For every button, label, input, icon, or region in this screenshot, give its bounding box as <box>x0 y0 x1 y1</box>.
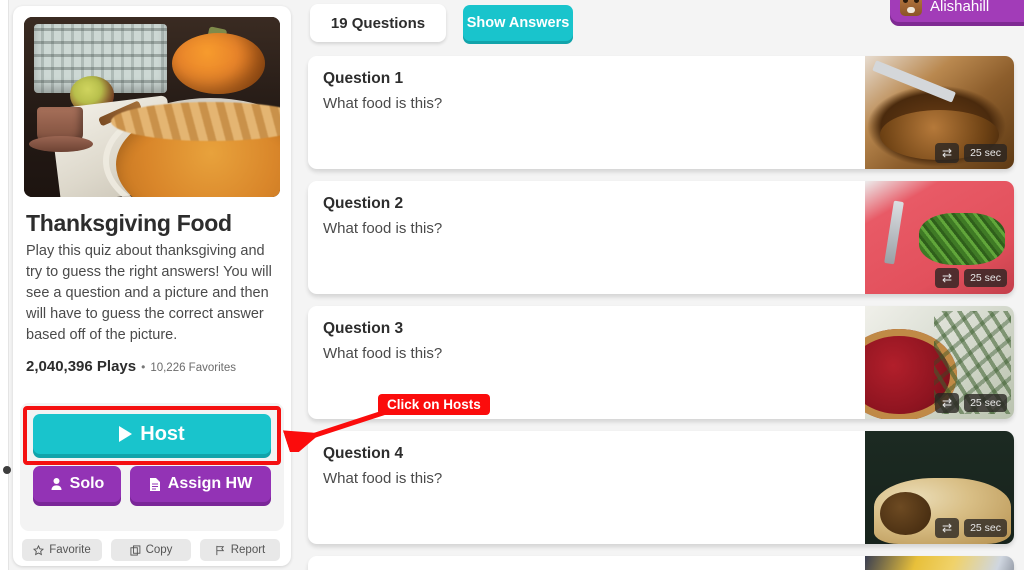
shuffle-icon[interactable]: ⇄ <box>935 393 960 413</box>
question-text: What food is this? <box>323 220 443 237</box>
star-icon <box>33 544 45 555</box>
shuffle-icon[interactable]: ⇄ <box>935 518 960 538</box>
question-label: Question 1 <box>323 70 404 87</box>
question-thumbnail[interactable]: ⇄ 25 sec <box>865 181 1014 294</box>
copy-label: Copy <box>145 544 173 556</box>
rail-indicator-dot <box>3 466 11 474</box>
thanksgiving-pie-pumpkin-photo-icon <box>24 17 280 197</box>
thumbnail-badges: ⇄ 25 sec <box>935 268 1007 288</box>
play-icon <box>119 426 133 442</box>
user-badge[interactable]: Alishahill <box>890 0 1024 22</box>
table-row[interactable]: Question 4 What food is this? ⇄ 25 sec <box>308 431 1014 544</box>
thumbnail-badges: ⇄ 25 sec <box>935 393 1007 413</box>
username-label: Alishahill <box>930 0 990 15</box>
copy-icon <box>130 544 140 556</box>
page-title: Thanksgiving Food <box>26 210 232 236</box>
assign-hw-button[interactable]: Assign HW <box>130 466 271 502</box>
duration-badge: 25 sec <box>964 394 1007 412</box>
copy-button[interactable]: Copy <box>111 539 191 561</box>
question-text: What food is this? <box>323 345 443 362</box>
thumbnail-badges: ⇄ 25 sec <box>935 518 1007 538</box>
plays-count: 2,040,396 Plays <box>26 358 137 375</box>
question-text: What food is this? <box>323 95 443 112</box>
person-icon <box>51 478 62 490</box>
question-count-pill: 19 Questions <box>310 4 446 42</box>
flag-icon <box>216 545 224 555</box>
secondary-actions: Solo Assign HW <box>33 466 271 502</box>
table-row[interactable]: Question 1 What food is this? ⇄ 25 sec <box>308 56 1014 169</box>
host-button-label: Host <box>140 422 185 445</box>
stats-separator: • <box>141 360 146 374</box>
duration-badge: 25 sec <box>964 269 1007 287</box>
table-row[interactable]: Question 2 What food is this? ⇄ 25 sec <box>308 181 1014 294</box>
quiz-detail-page: Thanksgiving Food Play this quiz about t… <box>0 0 1024 570</box>
favorite-label: Favorite <box>49 544 91 556</box>
duration-badge: 25 sec <box>964 144 1007 162</box>
favorite-button[interactable]: Favorite <box>22 539 102 561</box>
duration-badge: 25 sec <box>964 519 1007 537</box>
question-thumbnail[interactable]: ⇄ 25 sec <box>865 431 1014 544</box>
quiz-cover-image <box>24 17 280 197</box>
quiz-meta-actions: Favorite Copy Report <box>22 539 280 561</box>
document-icon <box>149 477 160 491</box>
question-text: What food is this? <box>323 470 443 487</box>
host-button[interactable]: Host <box>33 414 271 454</box>
table-row[interactable] <box>308 556 1014 570</box>
report-label: Report <box>230 544 266 556</box>
left-rail <box>0 0 9 570</box>
quiz-actions-panel: Host Solo Assign HW <box>20 403 284 531</box>
question-thumbnail[interactable]: ⇄ 25 sec <box>865 56 1014 169</box>
question-label: Question 2 <box>323 195 404 212</box>
annotation-label: Click on Hosts <box>378 394 490 415</box>
solo-button-label: Solo <box>69 475 105 492</box>
shuffle-icon[interactable]: ⇄ <box>935 143 960 163</box>
shuffle-icon[interactable]: ⇄ <box>935 268 960 288</box>
questions-list[interactable]: Question 1 What food is this? ⇄ 25 sec Q… <box>308 56 1018 570</box>
quiz-description: Play this quiz about thanksgiving and tr… <box>26 243 272 343</box>
question-thumbnail[interactable]: ⇄ 25 sec <box>865 306 1014 419</box>
question-thumbnail[interactable] <box>865 556 1014 570</box>
question-label: Question 3 <box>323 320 404 337</box>
show-answers-button[interactable]: Show Answers <box>463 5 573 41</box>
assign-hw-button-label: Assign HW <box>167 475 253 492</box>
thumbnail-badges: ⇄ 25 sec <box>935 143 1007 163</box>
question-count-label: 19 Questions <box>330 14 426 32</box>
quiz-stats: 2,040,396 Plays • 10,226 Favorites <box>26 358 280 375</box>
solo-button[interactable]: Solo <box>33 466 121 502</box>
favorites-count: 10,226 Favorites <box>150 362 236 374</box>
next-question-photo-icon <box>865 556 1014 570</box>
beaver-avatar-icon <box>900 0 922 16</box>
report-button[interactable]: Report <box>200 539 280 561</box>
